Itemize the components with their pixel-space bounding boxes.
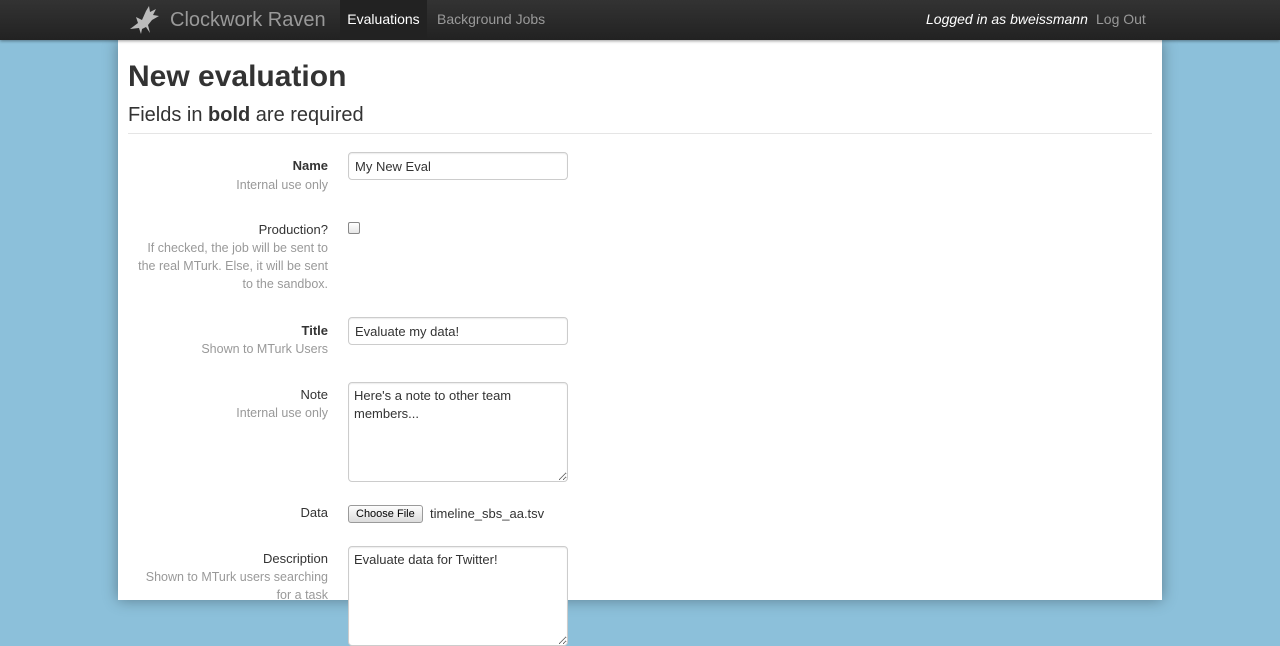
production-help: If checked, the job will be sent to the … bbox=[138, 241, 328, 291]
top-navbar: Clockwork Raven Evaluations Background J… bbox=[0, 0, 1280, 40]
raven-logo-icon bbox=[130, 6, 159, 34]
name-help: Internal use only bbox=[236, 178, 328, 192]
brand-name: Clockwork Raven bbox=[170, 8, 326, 31]
page-title: New evaluation bbox=[128, 60, 347, 93]
subtitle-bold: bold bbox=[208, 104, 251, 126]
brand-link[interactable]: Clockwork Raven bbox=[128, 0, 326, 40]
note-label: Note bbox=[300, 387, 328, 402]
nav-background-jobs[interactable]: Background Jobs bbox=[437, 0, 545, 40]
name-input[interactable] bbox=[348, 152, 568, 180]
description-textarea[interactable]: Evaluate data for Twitter! bbox=[348, 546, 568, 646]
title-input[interactable] bbox=[348, 317, 568, 345]
subtitle-prefix: Fields in bbox=[128, 104, 209, 126]
name-label: Name bbox=[292, 158, 328, 173]
note-textarea[interactable]: Here's a note to other team members... bbox=[348, 382, 568, 482]
logout-link[interactable]: Log Out bbox=[1096, 0, 1146, 40]
choose-file-button[interactable]: Choose File bbox=[348, 505, 423, 523]
note-help: Internal use only bbox=[236, 406, 328, 420]
page-subtitle: Fields in bold are required bbox=[128, 104, 364, 127]
description-help: Shown to MTurk users searching for a tas… bbox=[145, 570, 328, 602]
data-label: Data bbox=[300, 505, 328, 520]
subtitle-suffix: are required bbox=[250, 104, 364, 126]
main-content: New evaluation Fields in bold are requir… bbox=[118, 40, 1162, 646]
selected-file-name: timeline_sbs_aa.tsv bbox=[430, 506, 545, 521]
nav-evaluations[interactable]: Evaluations bbox=[340, 0, 427, 40]
production-checkbox[interactable] bbox=[348, 222, 360, 234]
production-label: Production? bbox=[258, 222, 328, 237]
title-help: Shown to MTurk Users bbox=[201, 342, 328, 356]
title-label: Title bbox=[301, 323, 329, 338]
description-label: Description bbox=[262, 551, 328, 566]
logged-in-user: Logged in as bweissmann bbox=[926, 11, 1088, 27]
title-divider bbox=[128, 133, 1152, 134]
